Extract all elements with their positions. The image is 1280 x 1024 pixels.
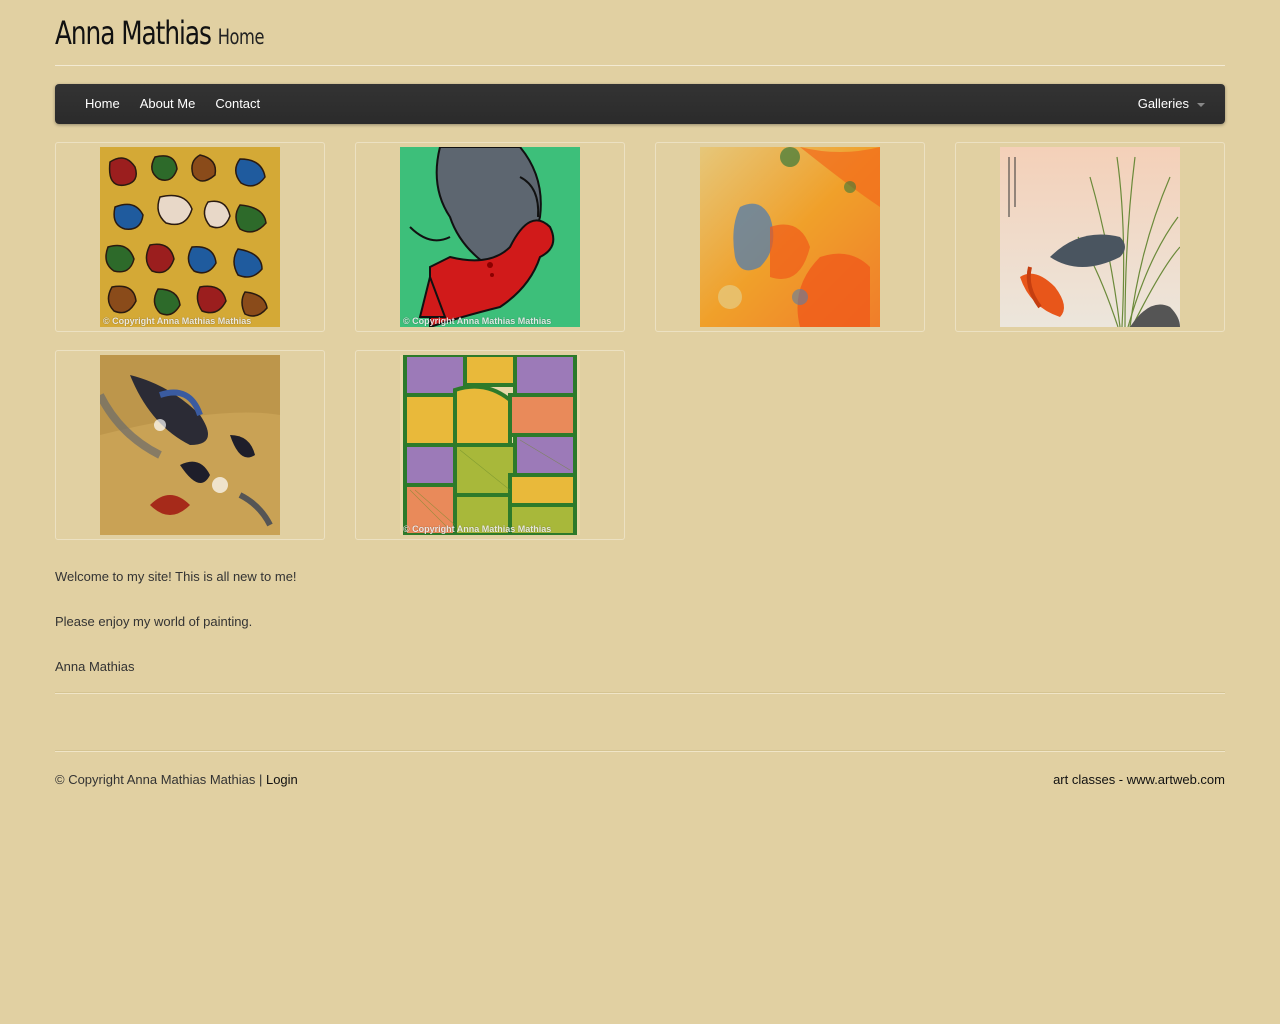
gallery-thumbnail[interactable]: © Copyright Anna Mathias Mathias bbox=[55, 142, 325, 332]
galleries-dropdown[interactable]: Galleries bbox=[1138, 84, 1205, 124]
gallery-thumbnail[interactable]: © Copyright Anna Mathias Mathias bbox=[355, 350, 625, 540]
site-title: Anna Mathias Home bbox=[55, 14, 264, 52]
image-watermark: © Copyright Anna Mathias Mathias bbox=[403, 316, 552, 326]
nav-contact-link[interactable]: Contact bbox=[205, 84, 270, 124]
painting-image[interactable]: © Copyright Anna Mathias Mathias bbox=[400, 355, 580, 535]
painting-image[interactable]: © Copyright Anna Mathias Mathias bbox=[400, 147, 580, 327]
galleries-label[interactable]: Galleries bbox=[1138, 84, 1189, 124]
gallery-thumbnail[interactable]: © Copyright Anna Mathias Mathias bbox=[355, 142, 625, 332]
footer-copyright: © Copyright Anna Mathias Mathias | Login bbox=[55, 772, 298, 787]
painting-image[interactable]: © Copyright Anna Mathias Mathias bbox=[100, 147, 280, 327]
content-divider bbox=[55, 692, 1225, 694]
welcome-paragraph: Welcome to my site! This is all new to m… bbox=[55, 569, 297, 584]
footer-divider bbox=[55, 750, 1225, 752]
main-navbar: Home About Me Contact Galleries bbox=[55, 84, 1225, 124]
gallery-thumbnail[interactable] bbox=[55, 350, 325, 540]
site-header: Anna Mathias Home bbox=[55, 0, 1225, 66]
page-container: Anna Mathias Home Home About Me Contact G… bbox=[55, 0, 1225, 787]
nav-about-link[interactable]: About Me bbox=[130, 84, 206, 124]
gallery-thumbnail[interactable] bbox=[655, 142, 925, 332]
site-name[interactable]: Anna Mathias bbox=[55, 14, 212, 52]
painting-image[interactable] bbox=[1000, 147, 1180, 327]
welcome-text: Welcome to my site! This is all new to m… bbox=[55, 570, 1225, 705]
image-watermark: © Copyright Anna Mathias Mathias bbox=[103, 316, 252, 326]
painting-image[interactable] bbox=[700, 147, 880, 327]
image-watermark: © Copyright Anna Mathias Mathias bbox=[403, 524, 552, 534]
artweb-credit-link[interactable]: art classes - www.artweb.com bbox=[1053, 772, 1225, 787]
gallery-thumbnail[interactable] bbox=[955, 142, 1225, 332]
nav-links: Home About Me Contact bbox=[75, 84, 270, 124]
signature-paragraph: Anna Mathias bbox=[55, 659, 135, 674]
login-link[interactable]: Login bbox=[266, 772, 298, 787]
painting-image[interactable] bbox=[100, 355, 280, 535]
caret-down-icon bbox=[1197, 102, 1205, 107]
nav-home-link[interactable]: Home bbox=[75, 84, 130, 124]
copyright-text: © Copyright Anna Mathias Mathias | bbox=[55, 772, 263, 787]
intro-paragraph: Please enjoy my world of painting. bbox=[55, 614, 253, 629]
page-subtitle: Home bbox=[217, 25, 265, 49]
